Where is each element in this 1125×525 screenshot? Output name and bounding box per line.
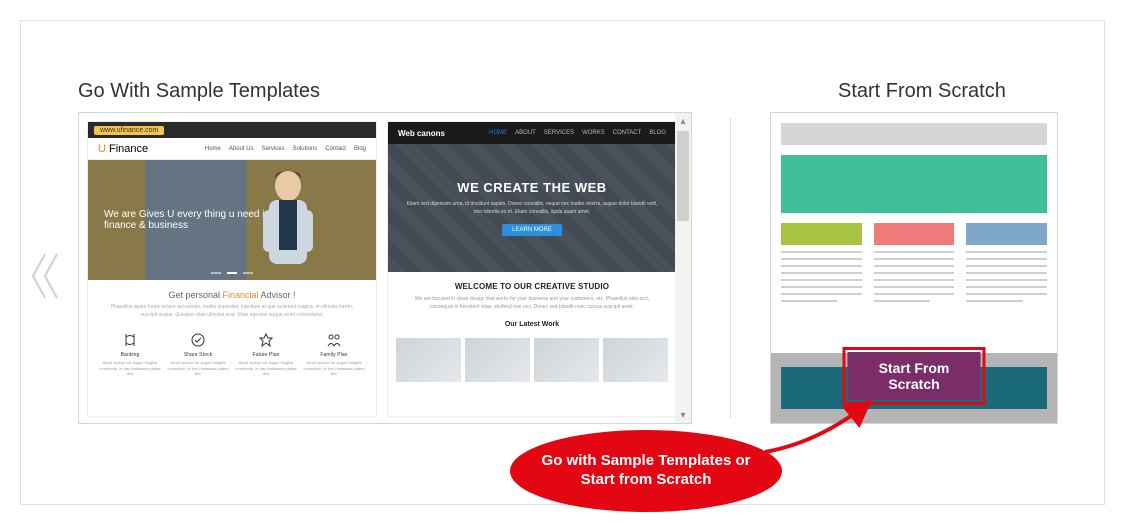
template1-hero-line1: We are Gives U every thing u need in — [104, 209, 376, 220]
scroll-down-icon[interactable]: ▾ — [675, 407, 691, 423]
template2-mid-sub: We are focused in clean design that work… — [404, 296, 660, 311]
template2-work-grid — [388, 332, 676, 382]
section-title-templates: Go With Sample Templates — [78, 80, 320, 103]
section-title-scratch: Start From Scratch — [838, 80, 1006, 103]
future-plan-icon — [235, 331, 297, 349]
person-illustration — [245, 164, 331, 276]
template2-hero: WE CREATE THE WEB Etiam sed dignissim ur… — [388, 144, 676, 272]
scratch-panel[interactable]: Start From Scratch — [770, 112, 1058, 424]
template1-nav: Home About Us Services Solutions Contact… — [205, 146, 366, 152]
wireframe-lines — [874, 251, 955, 302]
chevron-left-icon — [28, 250, 62, 302]
template1-hero: We are Gives U every thing u need in fin… — [88, 160, 376, 280]
template2-latest-work: Our Latest Work — [404, 321, 660, 328]
thumbnail — [465, 338, 530, 382]
templates-panel: www.ufinance.com U Finance Home About Us… — [78, 112, 692, 424]
wireframe-columns — [781, 223, 1047, 307]
template1-features: Banking Amet cursus vel augue fringilla … — [88, 325, 376, 377]
start-from-scratch-button[interactable]: Start From Scratch — [848, 352, 981, 400]
template2-logo: Web canons — [398, 129, 445, 138]
carousel-prev-button[interactable] — [28, 250, 62, 307]
thumbnail — [603, 338, 668, 382]
template1-hero-pagination — [211, 272, 253, 274]
annotation-callout: Go with Sample Templates or Start from S… — [510, 430, 782, 512]
template-card-ufinance[interactable]: www.ufinance.com U Finance Home About Us… — [87, 121, 377, 417]
annotation-callout-text: Go with Sample Templates or Start from S… — [536, 452, 756, 490]
template1-hero-line2: finance & business — [104, 220, 376, 231]
template1-mid-title: Get personal Financial Advisor ! — [102, 290, 362, 300]
scroll-up-icon[interactable]: ▴ — [675, 113, 691, 129]
thumbnail — [396, 338, 461, 382]
template2-hero-title: WE CREATE THE WEB — [457, 180, 606, 195]
template1-mid: Get personal Financial Advisor ! Phasell… — [88, 280, 376, 325]
template1-url-label: www.ufinance.com — [94, 126, 164, 135]
wireframe-chip — [874, 223, 955, 245]
share-stock-icon — [167, 331, 229, 349]
banking-icon — [99, 331, 161, 349]
template2-hero-sub: Etiam sed dignissim urna, id tincidunt s… — [406, 201, 658, 216]
wireframe-lines — [966, 251, 1047, 302]
template-card-webcanons[interactable]: Web canons HOME ABOUT SERVICES WORKS CON… — [387, 121, 677, 417]
template2-hero-btn: LEARN MORE — [502, 224, 562, 236]
template2-nav: HOME ABOUT SERVICES WORKS CONTACT BLOG — [489, 130, 666, 136]
template2-mid: WELCOME TO OUR CREATIVE STUDIO We are fo… — [388, 272, 676, 332]
thumbnail — [534, 338, 599, 382]
wireframe-header — [781, 123, 1047, 145]
template2-mid-title: WELCOME TO OUR CREATIVE STUDIO — [404, 282, 660, 291]
vertical-divider — [730, 118, 731, 418]
template1-logo: U Finance — [98, 143, 148, 155]
template2-header: Web canons HOME ABOUT SERVICES WORKS CON… — [388, 122, 676, 144]
scroll-thumb[interactable] — [677, 131, 689, 221]
wireframe-lines — [781, 251, 862, 302]
template1-mid-sub: Phasellus quam turpis ornare accumsan, m… — [102, 304, 362, 319]
wireframe-chip — [966, 223, 1047, 245]
template1-urlbar: www.ufinance.com — [88, 122, 376, 138]
wireframe-hero — [781, 155, 1047, 213]
family-plan-icon — [303, 331, 365, 349]
annotation-arrow — [760, 397, 880, 457]
template1-header: U Finance Home About Us Services Solutio… — [88, 138, 376, 160]
templates-scrollbar[interactable]: ▴ ▾ — [675, 113, 691, 423]
wireframe-chip — [781, 223, 862, 245]
